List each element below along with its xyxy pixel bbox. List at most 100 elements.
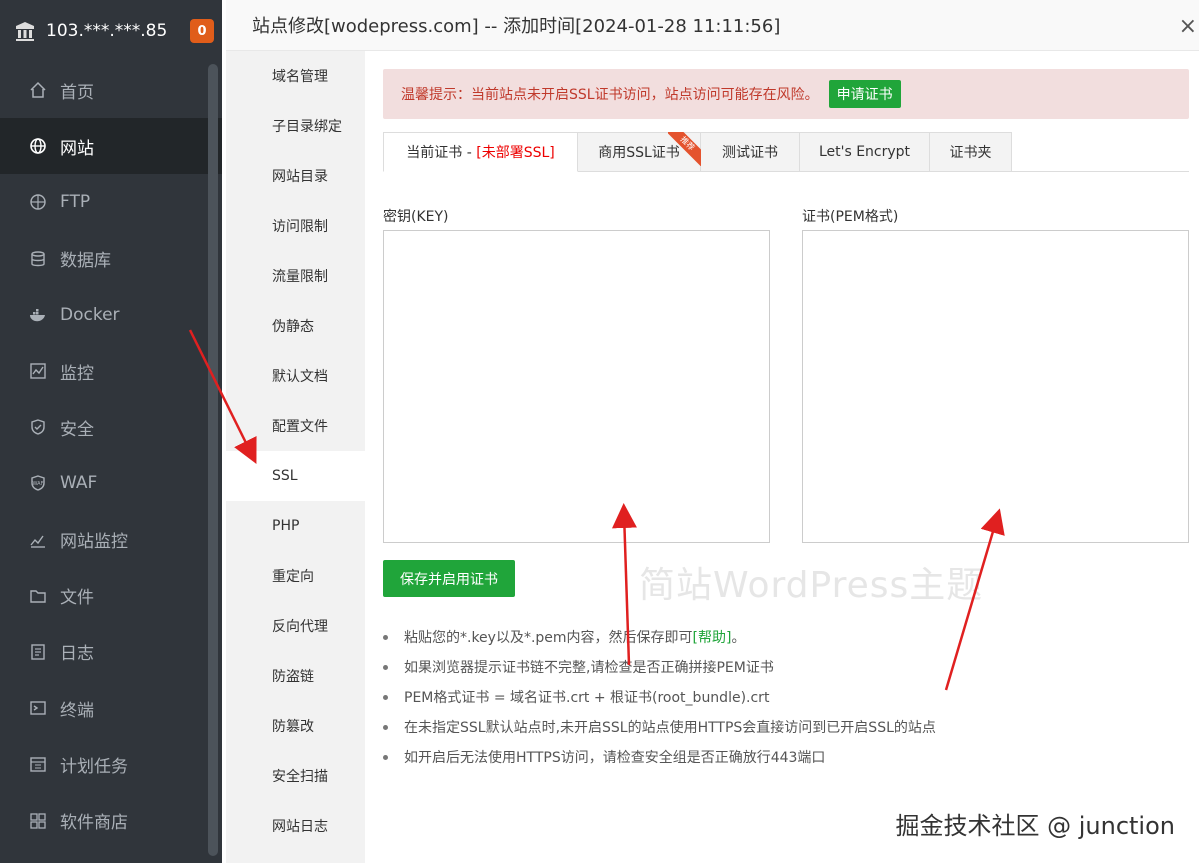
chart-icon (28, 530, 48, 550)
sidebar-item-website[interactable]: 网站 (0, 118, 222, 175)
docker-icon (28, 305, 48, 325)
ssl-content: 温馨提示：当前站点未开启SSL证书访问，站点访问可能存在风险。 申请证书 当前证… (383, 69, 1189, 766)
sidebar-item-ftp[interactable]: FTP (0, 174, 222, 230)
sidebar-item-security[interactable]: 安全 (0, 399, 222, 455)
tip-text: 在未指定SSL默认站点时,未开启SSL的站点使用HTTPS会直接访问到已开启SS… (404, 720, 936, 736)
sidebar-item-label: 首页 (60, 82, 94, 103)
nav-domain[interactable]: 域名管理 (226, 51, 365, 101)
nav-config-file[interactable]: 配置文件 (226, 401, 365, 451)
help-link[interactable]: [帮助] (693, 627, 732, 647)
sidebar-item-label: WAF (60, 473, 98, 494)
sidebar-item-label: Docker (60, 304, 120, 325)
waf-icon: WAF (28, 473, 48, 493)
tip-text: 如果浏览器提示证书链不完整,请检查是否正确拼接PEM证书 (404, 660, 774, 676)
sidebar-item-logs[interactable]: 日志 (0, 624, 222, 680)
ssl-tips-list: 粘贴您的*.key以及*.pem内容，然后保存即可 [帮助]。 如果浏览器提示证书… (383, 622, 936, 772)
terminal-icon (28, 698, 48, 718)
log-icon (28, 642, 48, 662)
nav-access-limit[interactable]: 访问限制 (226, 201, 365, 251)
nav-subdir[interactable]: 子目录绑定 (226, 101, 365, 151)
ssl-warning-alert: 温馨提示：当前站点未开启SSL证书访问，站点访问可能存在风险。 申请证书 (383, 69, 1189, 119)
recommend-ribbon-text: 推荐 (668, 132, 702, 166)
key-textarea[interactable] (383, 230, 770, 543)
tab-current-prefix: 当前证书 - (406, 145, 472, 161)
nav-site-log[interactable]: 网站日志 (226, 801, 365, 851)
server-ip: 103.***.***.85 (46, 21, 168, 41)
sidebar-header: 103.***.***.85 0 (0, 0, 222, 62)
dialog-header: 站点修改[wodepress.com] -- 添加时间[2024-01-28 1… (226, 0, 1199, 51)
alert-text: 温馨提示：当前站点未开启SSL证书访问，站点访问可能存在风险。 (401, 87, 819, 103)
ftp-icon (28, 192, 48, 212)
dialog-title: 站点修改[wodepress.com] -- 添加时间[2024-01-28 1… (252, 16, 781, 37)
close-icon[interactable]: × (1179, 14, 1197, 39)
monitor-icon (28, 361, 48, 381)
juejin-watermark: 掘金技术社区 @ junction (895, 812, 1175, 840)
nav-ssl[interactable]: SSL (226, 451, 365, 501)
nav-default-doc[interactable]: 默认文档 (226, 351, 365, 401)
nav-site-dir[interactable]: 网站目录 (226, 151, 365, 201)
cert-label: 证书(PEM格式) (802, 209, 899, 225)
notification-badge[interactable]: 0 (190, 19, 214, 43)
server-logo-icon (14, 20, 36, 42)
globe-icon (28, 136, 48, 156)
tab-letsencrypt-label: Let's Encrypt (818, 144, 911, 160)
nav-security-scan[interactable]: 安全扫描 (226, 751, 365, 801)
tab-test-label: 测试证书 (722, 145, 778, 161)
sidebar-item-label: 软件商店 (60, 813, 128, 834)
tab-current-status: [未部署SSL] (476, 145, 555, 161)
shield-icon (28, 417, 48, 437)
sidebar-item-cron[interactable]: 计划任务 (0, 736, 222, 792)
tip-item: PEM格式证书 = 域名证书.crt + 根证书(root_bundle).cr… (383, 682, 936, 712)
nav-hotlink[interactable]: 防盗链 (226, 651, 365, 701)
nav-traffic-limit[interactable]: 流量限制 (226, 251, 365, 301)
nav-php[interactable]: PHP (226, 501, 365, 551)
sidebar-item-files[interactable]: 文件 (0, 568, 222, 624)
home-icon (28, 80, 48, 100)
sidebar-item-label: 数据库 (60, 251, 111, 272)
sidebar-item-label: 安全 (60, 419, 94, 440)
sidebar-item-label: 日志 (60, 644, 94, 665)
tab-commercial-ssl[interactable]: 商用SSL证书 推荐 (578, 132, 702, 172)
site-edit-dialog: 站点修改[wodepress.com] -- 添加时间[2024-01-28 1… (226, 0, 1199, 863)
ssl-tabs: 当前证书 - [未部署SSL] 商用SSL证书 推荐 测试证书 Let's En… (383, 132, 1189, 172)
svg-text:WAF: WAF (33, 481, 44, 487)
tab-test-cert[interactable]: 测试证书 (701, 132, 800, 172)
site-settings-nav: 域名管理 子目录绑定 网站目录 访问限制 流量限制 伪静态 默认文档 配置文件 … (226, 51, 365, 863)
tip-item: 粘贴您的*.key以及*.pem内容，然后保存即可 [帮助]。 (383, 622, 936, 652)
apply-cert-button[interactable]: 申请证书 (828, 80, 901, 108)
sidebar-item-docker[interactable]: Docker (0, 287, 222, 343)
tab-folder-label: 证书夹 (949, 145, 992, 161)
nav-tamper-proof[interactable]: 防篡改 (226, 701, 365, 751)
save-enable-cert-button[interactable]: 保存并启用证书 (383, 560, 515, 597)
sidebar-item-database[interactable]: 数据库 (0, 231, 222, 287)
tip-item: 如果浏览器提示证书链不完整,请检查是否正确拼接PEM证书 (383, 652, 936, 682)
nav-reverse-proxy[interactable]: 反向代理 (226, 601, 365, 651)
tip-item: 在未指定SSL默认站点时,未开启SSL的站点使用HTTPS会直接访问到已开启SS… (383, 712, 936, 742)
sidebar-item-label: 监控 (60, 363, 94, 384)
tip-text: 如开启后无法使用HTTPS访问，请检查安全组是否正确放行443端口 (404, 750, 826, 766)
sidebar-item-store[interactable]: 软件商店 (0, 792, 222, 848)
folder-icon (28, 586, 48, 606)
tab-cert-folder[interactable]: 证书夹 (930, 132, 1012, 172)
nav-rewrite[interactable]: 伪静态 (226, 301, 365, 351)
database-icon (28, 249, 48, 269)
cert-textarea[interactable] (802, 230, 1189, 543)
sidebar-item-site-monitor[interactable]: 网站监控 (0, 512, 222, 568)
sidebar-item-waf[interactable]: WAF WAF (0, 455, 222, 511)
theme-watermark: 简站WordPress主题 (639, 565, 984, 606)
main-sidebar: 103.***.***.85 0 首页 网站 FTP 数据库 Docker 监控… (0, 0, 222, 863)
calendar-icon (28, 754, 48, 774)
grid-icon (28, 811, 48, 831)
nav-redirect[interactable]: 重定向 (226, 551, 365, 601)
sidebar-item-terminal[interactable]: 终端 (0, 680, 222, 736)
sidebar-item-monitor[interactable]: 监控 (0, 343, 222, 399)
sidebar-scrollbar[interactable] (208, 64, 218, 856)
sidebar-item-label: 终端 (60, 700, 94, 721)
sidebar-item-label: 文件 (60, 588, 94, 609)
tip-item: 如开启后无法使用HTTPS访问，请检查安全组是否正确放行443端口 (383, 742, 936, 772)
tab-lets-encrypt[interactable]: Let's Encrypt (800, 132, 930, 172)
sidebar-item-home[interactable]: 首页 (0, 62, 222, 118)
tip-end: 。 (731, 630, 746, 646)
tip-text: 粘贴您的*.key以及*.pem内容，然后保存即可 (404, 630, 693, 646)
tab-current-cert[interactable]: 当前证书 - [未部署SSL] (383, 132, 578, 172)
